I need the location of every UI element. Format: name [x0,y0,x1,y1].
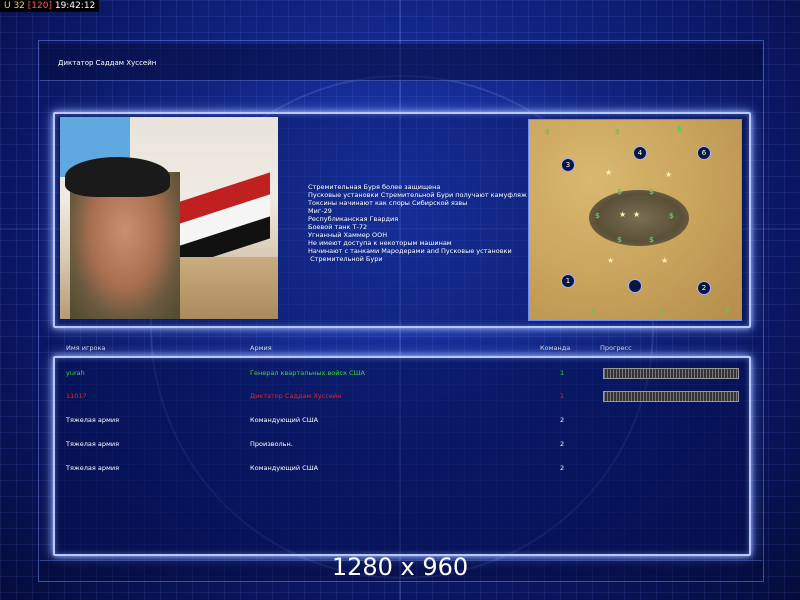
status-bar-bracket: [120] [27,1,52,11]
column-header-army: Армия [250,344,272,352]
supply-dollar-icon: $ [617,236,622,244]
supply-dollar-icon: $ [659,308,664,316]
desert-tanks-image [170,257,278,319]
player-army-select[interactable]: Командующий США [250,416,318,424]
page-title: Диктатор Саддам Хуссейн [58,59,157,67]
player-army-select[interactable]: Диктатор Саддам Хуссейн [250,392,341,400]
army-briefing: Стремительная Буря более защищена Пусковы… [308,183,527,263]
map-preview[interactable]: 3 4 6 1 2 $ $ $ $ $ $ $ $ $ $ $ $ ★ ★ ★ … [528,119,742,321]
player-list-panel [53,356,751,556]
player-name[interactable]: Тяжелая армия [66,416,119,424]
supply-dollar-icon: $ [669,212,674,220]
player-team-select[interactable]: 2 [560,440,564,448]
player-name[interactable]: Тяжелая армия [66,440,119,448]
briefing-line: Миг-29 [308,207,332,215]
start-position-5[interactable] [628,279,642,293]
status-bar-counter: U 32 [4,1,25,11]
resolution-watermark: 1280 x 960 [331,553,469,581]
start-position-3[interactable]: 3 [561,158,575,172]
player-name[interactable]: yurah [66,369,85,377]
status-bar: U 32 [120] 19:42:12 [0,0,100,12]
player-army-select[interactable]: Произвольн. [250,440,293,448]
briefing-line: Стремительная Буря более защищена [308,183,441,191]
briefing-line: Республиканская Гвардия [308,215,399,223]
player-progress-bar [603,368,739,379]
player-team-select[interactable]: 1 [560,392,564,400]
start-position-6[interactable]: 6 [697,146,711,160]
oil-derrick-star-icon: ★ [607,256,615,265]
supply-dollar-icon: $ [649,188,654,196]
status-bar-clock: 19:42:12 [54,1,96,11]
player-name[interactable]: Тяжелая армия [66,464,119,472]
oil-derrick-star-icon: ★ [665,170,673,179]
player-team-select[interactable]: 2 [560,464,564,472]
supply-dollar-icon: $ [725,306,730,314]
supply-dollar-icon: $ [677,125,682,133]
supply-dollar-icon: $ [649,236,654,244]
supply-dollar-icon: $ [595,212,600,220]
column-header-player: Имя игрока [66,344,106,352]
briefing-line: Боевой танк Т-72 [308,223,368,231]
player-name[interactable]: 11017 [66,392,87,400]
briefing-line: Начинают с танками Мародерами and Пусков… [308,247,512,255]
supply-dollar-icon: $ [591,308,596,316]
general-portrait [60,117,278,319]
briefing-line: Угнанный Хаммер ООН [308,231,388,239]
oil-derrick-star-icon: ★ [605,168,613,177]
column-header-team: Команда [540,344,571,352]
oil-derrick-star-icon: ★ [633,210,641,219]
player-team-select[interactable]: 2 [560,416,564,424]
oil-derrick-star-icon: ★ [661,256,669,265]
supply-dollar-icon: $ [617,188,622,196]
supply-dollar-icon: $ [545,128,550,136]
player-progress-bar [603,391,739,402]
player-team-select[interactable]: 1 [560,369,564,377]
start-position-4[interactable]: 4 [633,146,647,160]
column-header-progress: Прогресс [600,344,632,352]
oil-derrick-star-icon: ★ [619,210,627,219]
player-army-select[interactable]: Генерал квартальных войск США [250,369,365,377]
general-beret-image [65,157,170,197]
start-position-1[interactable]: 1 [561,274,575,288]
player-army-select[interactable]: Командующий США [250,464,318,472]
briefing-line: Токсины начинают как споры Сибирской язв… [308,199,468,207]
start-position-2[interactable]: 2 [697,281,711,295]
supply-dollar-icon: $ [615,128,620,136]
briefing-line: Стремительной Бури [308,255,383,263]
briefing-line: Пусковые установки Стремительной Бури по… [308,191,527,199]
briefing-line: Не имеют доступа к некоторым машинам [308,239,452,247]
